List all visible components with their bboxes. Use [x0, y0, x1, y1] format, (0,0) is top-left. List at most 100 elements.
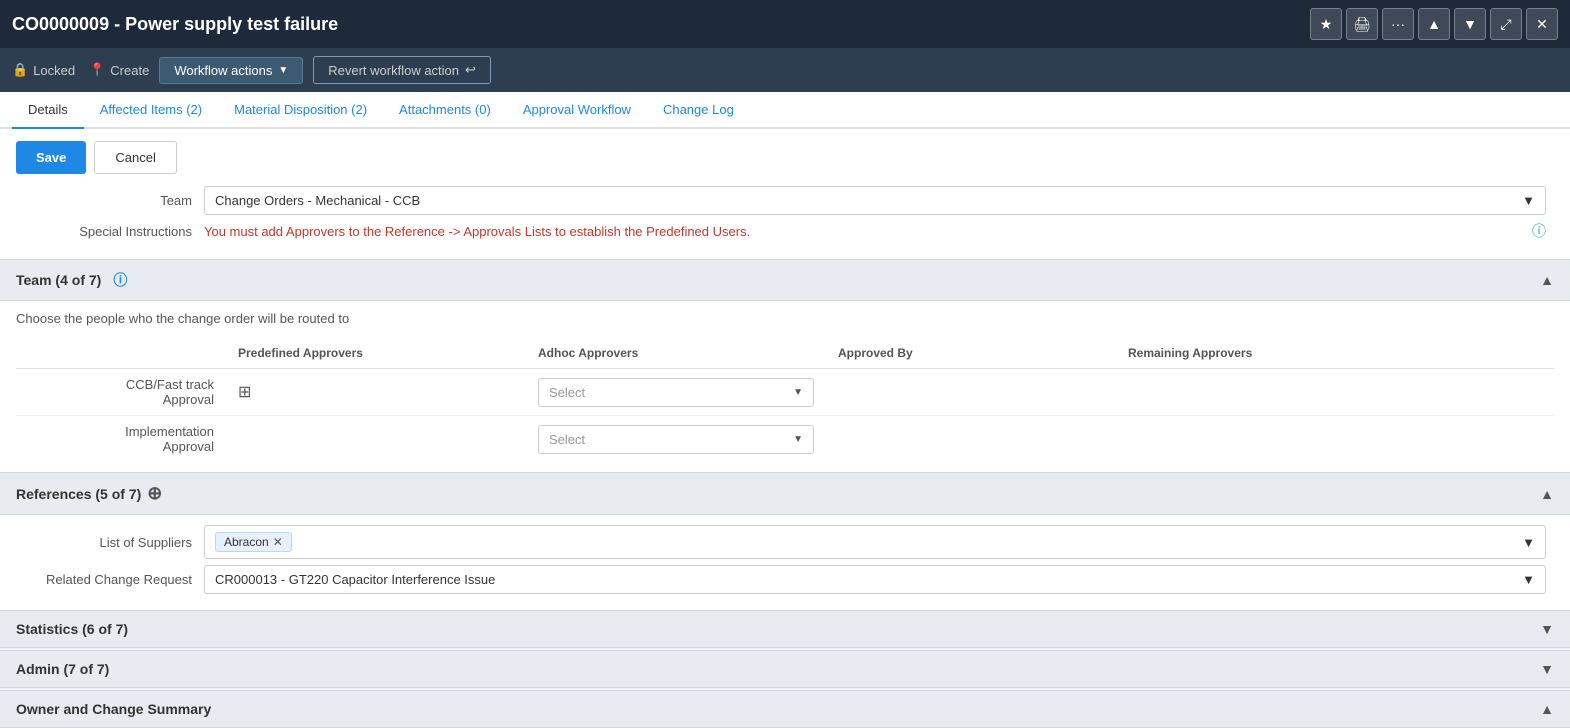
- references-section-title: References (5 of 7) ⊕: [16, 483, 222, 504]
- title-bar: CO0000009 - Power supply test failure ★ …: [0, 0, 1570, 48]
- tab-details[interactable]: Details: [12, 92, 84, 129]
- owner-section-title: Owner and Change Summary: [16, 701, 211, 717]
- related-change-request-label: Related Change Request: [24, 572, 204, 587]
- ccb-adhoc-select[interactable]: Select ▼: [538, 378, 814, 407]
- location-icon: 📍: [89, 62, 105, 78]
- team-caret-icon: ▼: [1522, 193, 1535, 208]
- admin-section-title-text: Admin (7 of 7): [16, 661, 109, 677]
- revert-workflow-label: Revert workflow action: [328, 63, 459, 78]
- workflow-actions-button[interactable]: Workflow actions ▼: [159, 57, 303, 84]
- suppliers-tags: Abracon ✕: [215, 532, 292, 552]
- admin-section-collapse-icon: ▼: [1540, 661, 1554, 677]
- toolbar: 🔒 Locked 📍 Create Workflow actions ▼ Rev…: [0, 48, 1570, 92]
- page-title: CO0000009 - Power supply test failure: [12, 14, 338, 35]
- abracon-tag: Abracon ✕: [215, 532, 292, 552]
- row-1-label: CCB/Fast trackApproval: [16, 369, 226, 416]
- special-instructions-text: You must add Approvers to the Reference …: [204, 224, 750, 239]
- team-label: Team: [24, 193, 204, 208]
- abracon-tag-label: Abracon: [224, 535, 269, 549]
- table-row: CCB/Fast trackApproval ⊞ Select ▼: [16, 369, 1554, 416]
- table-row: ImplementationApproval Select ▼: [16, 416, 1554, 463]
- row-1-adhoc[interactable]: Select ▼: [526, 369, 826, 416]
- related-change-request-select[interactable]: CR000013 - GT220 Capacitor Interference …: [204, 565, 1546, 594]
- create-badge: 📍 Create: [89, 62, 149, 78]
- team-field-row: Team Change Orders - Mechanical - CCB ▼: [16, 186, 1554, 215]
- team-section-title: Team (4 of 7) ⓘ: [16, 270, 127, 290]
- statistics-section-header[interactable]: Statistics (6 of 7) ▼: [0, 610, 1570, 648]
- locked-badge: 🔒 Locked: [12, 62, 75, 78]
- title-bar-right: ★ 🖨 ··· ▲ ▼ ⤢ ✕: [1310, 8, 1558, 40]
- row-2-predefined: [226, 416, 526, 463]
- team-section-title-text: Team (4 of 7): [16, 272, 101, 288]
- admin-section-title: Admin (7 of 7): [16, 661, 109, 677]
- cancel-button[interactable]: Cancel: [94, 141, 176, 174]
- special-instructions-row: Special Instructions You must add Approv…: [16, 221, 1554, 241]
- expand-icon[interactable]: ⤢: [1490, 8, 1522, 40]
- tabs-bar: Details Affected Items (2) Material Disp…: [0, 92, 1570, 129]
- references-section-title-text: References (5 of 7): [16, 486, 141, 502]
- tab-material-disposition[interactable]: Material Disposition (2): [218, 92, 383, 129]
- tab-approval-workflow[interactable]: Approval Workflow: [507, 92, 647, 129]
- team-select[interactable]: Change Orders - Mechanical - CCB ▼: [204, 186, 1546, 215]
- special-instructions-info-icon[interactable]: ⓘ: [1532, 221, 1546, 241]
- suppliers-control[interactable]: Abracon ✕ ▼: [204, 525, 1546, 559]
- ccb-adhoc-placeholder: Select: [549, 385, 585, 400]
- related-change-request-value: CR000013 - GT220 Capacitor Interference …: [215, 572, 495, 587]
- team-section-content: Choose the people who the change order w…: [0, 301, 1570, 472]
- row-1-approved: [826, 369, 1116, 416]
- row-2-remaining: [1116, 416, 1554, 463]
- team-section-collapse-icon: ▲: [1540, 272, 1554, 288]
- suppliers-caret-icon: ▼: [1522, 535, 1535, 550]
- statistics-section-collapse-icon: ▼: [1540, 621, 1554, 637]
- impl-adhoc-select[interactable]: Select ▼: [538, 425, 814, 454]
- references-section-header[interactable]: References (5 of 7) ⊕ ▲: [0, 472, 1570, 515]
- content-area: Save Cancel Team Change Orders - Mechani…: [0, 129, 1570, 259]
- row-2-approved: [826, 416, 1116, 463]
- col-header-empty: [16, 338, 226, 369]
- references-section-content: List of Suppliers Abracon ✕ ▼ Related Ch…: [0, 515, 1570, 610]
- team-section-header[interactable]: Team (4 of 7) ⓘ ▲: [0, 259, 1570, 301]
- tab-change-log[interactable]: Change Log: [647, 92, 750, 129]
- revert-icon: ↩: [465, 62, 476, 78]
- related-change-request-control[interactable]: CR000013 - GT220 Capacitor Interference …: [204, 565, 1546, 594]
- star-icon[interactable]: ★: [1310, 8, 1342, 40]
- print-icon[interactable]: 🖨: [1346, 8, 1378, 40]
- suppliers-label: List of Suppliers: [24, 535, 204, 550]
- action-bar: Save Cancel: [16, 141, 1554, 174]
- approvers-table: Predefined Approvers Adhoc Approvers App…: [16, 338, 1554, 462]
- admin-section-header[interactable]: Admin (7 of 7) ▼: [0, 650, 1570, 688]
- team-section-description: Choose the people who the change order w…: [16, 311, 1554, 326]
- abracon-tag-close[interactable]: ✕: [273, 535, 283, 549]
- tab-attachments[interactable]: Attachments (0): [383, 92, 507, 129]
- col-header-approved: Approved By: [826, 338, 1116, 369]
- statistics-section-title-text: Statistics (6 of 7): [16, 621, 128, 637]
- up-icon[interactable]: ▲: [1418, 8, 1450, 40]
- col-header-adhoc: Adhoc Approvers: [526, 338, 826, 369]
- impl-adhoc-placeholder: Select: [549, 432, 585, 447]
- cursor-icon: ⊕: [147, 483, 162, 504]
- more-icon[interactable]: ···: [1382, 8, 1414, 40]
- owner-section-title-text: Owner and Change Summary: [16, 701, 211, 717]
- references-section-collapse-icon: ▲: [1540, 486, 1554, 502]
- suppliers-select[interactable]: Abracon ✕ ▼: [204, 525, 1546, 559]
- down-icon[interactable]: ▼: [1454, 8, 1486, 40]
- close-icon[interactable]: ✕: [1526, 8, 1558, 40]
- tab-affected-items[interactable]: Affected Items (2): [84, 92, 218, 129]
- col-header-predefined: Predefined Approvers: [226, 338, 526, 369]
- lock-icon: 🔒: [12, 62, 28, 78]
- revert-workflow-button[interactable]: Revert workflow action ↩: [313, 56, 491, 84]
- row-2-adhoc[interactable]: Select ▼: [526, 416, 826, 463]
- impl-adhoc-caret: ▼: [793, 434, 803, 445]
- workflow-actions-label: Workflow actions: [174, 63, 272, 78]
- title-bar-left: CO0000009 - Power supply test failure: [12, 14, 338, 35]
- save-button[interactable]: Save: [16, 141, 86, 174]
- chevron-down-icon: ▼: [278, 65, 288, 76]
- col-header-remaining: Remaining Approvers: [1116, 338, 1554, 369]
- grid-icon: ⊞: [238, 384, 251, 401]
- special-instructions-control: You must add Approvers to the Reference …: [204, 224, 1526, 239]
- special-instructions-label: Special Instructions: [24, 224, 204, 239]
- owner-section-collapse-icon: ▲: [1540, 701, 1554, 717]
- team-section-info-icon[interactable]: ⓘ: [113, 270, 127, 290]
- team-control: Change Orders - Mechanical - CCB ▼: [204, 186, 1546, 215]
- create-label: Create: [110, 63, 149, 78]
